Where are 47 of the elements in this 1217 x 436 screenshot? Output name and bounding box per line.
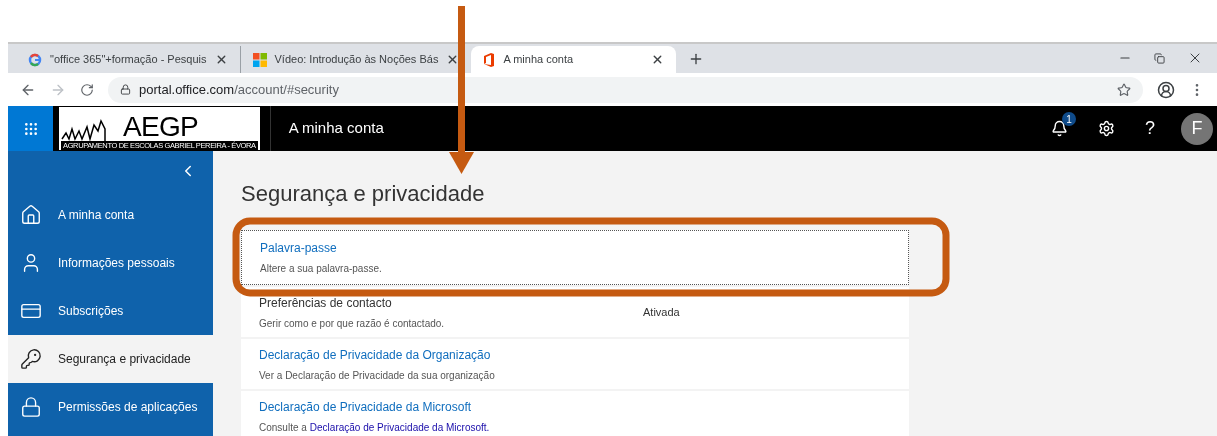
browser-tab[interactable]: Vídeo: Introdução às Noções Bás — [240, 46, 472, 73]
sidebar-item[interactable]: Segurança e privacidade — [8, 335, 213, 383]
app-launcher-button[interactable] — [8, 106, 53, 151]
user-avatar[interactable]: F — [1181, 112, 1213, 145]
notification-badge: 1 — [1062, 112, 1076, 126]
row-title: Preferências de contacto — [259, 294, 393, 312]
sidebar-item[interactable]: Subscrições — [8, 287, 213, 335]
row-title[interactable]: Declaração de Privacidade da Microsoft — [259, 397, 643, 416]
tab-title: A minha conta — [503, 52, 575, 68]
profile-icon[interactable] — [1157, 80, 1175, 99]
lock-icon — [20, 396, 42, 418]
sidebar-item[interactable]: Permissões de aplicações — [8, 383, 213, 431]
browser-tab[interactable]: A minha conta — [471, 46, 677, 73]
row-description: Altere a sua palavra-passe. — [260, 262, 383, 276]
row-description: Gerir como e por que razão é contactado. — [259, 316, 446, 331]
tab-title: "office 365"+formação - Pesquis — [50, 52, 207, 68]
windows-logo-icon — [252, 52, 267, 67]
bookmark-star-icon[interactable] — [1117, 82, 1131, 97]
home-icon — [20, 204, 42, 226]
url-host: portal.office.com — [139, 80, 235, 99]
address-bar[interactable]: portal.office.com/account/#security — [108, 76, 1143, 103]
sidebar-item[interactable]: Informações pessoais — [8, 239, 213, 287]
google-icon — [28, 52, 42, 67]
sidebar-item[interactable]: A minha conta — [8, 191, 213, 239]
url-path: /account/#security — [234, 80, 339, 99]
restore-icon[interactable] — [1154, 52, 1165, 64]
logo-text: AEGP — [123, 113, 198, 141]
status-text: Ativada — [643, 304, 680, 320]
privacy-link[interactable]: Declaração de Privacidade da Microsoft. — [309, 421, 490, 433]
app-grid-icon — [22, 120, 39, 137]
settings-row[interactable]: Declaração de Privacidade da Microsoft Consulte a Declaração de Privacidade da Microsoft. — [241, 391, 909, 436]
notification-bell-icon[interactable] — [1051, 120, 1068, 137]
help-button[interactable]: ? — [1145, 115, 1155, 142]
row-description: Consulte a Declaração de Privacidade da Microsoft. — [259, 420, 491, 435]
settings-icon[interactable] — [1098, 120, 1115, 137]
settings-row[interactable]: Palavra-passe Altere a sua palavra-passe. — [241, 230, 909, 285]
office-logo-icon — [483, 52, 496, 67]
app-title: A minha conta — [288, 118, 384, 139]
page-heading: Segurança e privacidade — [241, 180, 486, 208]
reload-icon[interactable] — [80, 82, 94, 97]
lock-icon — [120, 84, 131, 95]
settings-row[interactable]: Declaração de Privacidade da Organização Ver a Declaração de Privacidade da sua organização — [241, 339, 909, 389]
row-title[interactable]: Palavra-passe — [260, 239, 644, 257]
row-description: Ver a Declaração de Privacidade da sua organização — [259, 368, 496, 383]
row-title[interactable]: Declaração de Privacidade da Organização — [259, 345, 643, 364]
tab-title: Vídeo: Introdução às Noções Bás — [274, 52, 439, 68]
key-icon — [20, 348, 42, 370]
